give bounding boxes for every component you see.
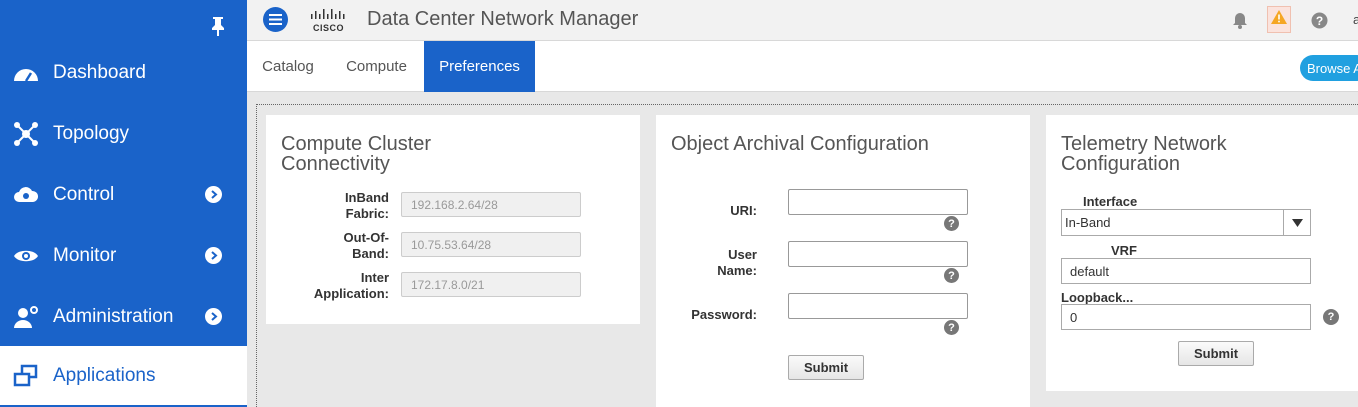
- dropdown-arrow-icon[interactable]: [1283, 210, 1310, 235]
- help-icon[interactable]: ?: [1308, 9, 1330, 31]
- label-line: Out-Of-: [343, 230, 389, 245]
- dashboard-icon: [13, 60, 39, 86]
- inband-fabric-field: 192.168.2.64/28: [401, 192, 581, 217]
- compute-cluster-panel: Compute Cluster Connectivity InBand Fabr…: [266, 115, 640, 324]
- help-icon[interactable]: ?: [1323, 309, 1339, 325]
- applications-icon: [13, 363, 39, 389]
- user-name-label: User Name:: [676, 247, 757, 279]
- pin-icon[interactable]: [210, 16, 226, 36]
- sidebar-item-label: Dashboard: [53, 61, 146, 83]
- sidebar-item-label: Monitor: [53, 244, 117, 266]
- password-input[interactable]: [788, 293, 968, 319]
- browse-button[interactable]: Browse A: [1300, 55, 1358, 81]
- interface-select[interactable]: In-Band: [1061, 209, 1311, 236]
- panel-title-line1: Telemetry Network: [1061, 133, 1227, 155]
- field-label: InBand Fabric:: [286, 190, 389, 222]
- user-name-input[interactable]: [788, 241, 968, 267]
- control-icon: [13, 182, 39, 208]
- sidebar-item-control[interactable]: Control: [0, 164, 247, 225]
- help-icon[interactable]: ?: [944, 216, 959, 231]
- sidebar-item-label: Topology: [53, 122, 130, 144]
- archival-submit-button[interactable]: Submit: [788, 355, 864, 380]
- tab-bar: Catalog Compute Preferences Browse A: [247, 41, 1358, 92]
- sidebar-item-administration[interactable]: Administration: [0, 286, 247, 347]
- uri-input[interactable]: [788, 189, 968, 215]
- tab-catalog[interactable]: Catalog: [253, 41, 323, 92]
- uri-label: URI:: [730, 203, 757, 218]
- app-title: Data Center Network Manager: [367, 8, 639, 30]
- help-icon[interactable]: ?: [944, 268, 959, 283]
- sidebar-item-monitor[interactable]: Monitor: [0, 225, 247, 286]
- admin-user-icon: [13, 304, 39, 330]
- vrf-label: VRF: [1111, 243, 1137, 258]
- label-line: Application:: [313, 286, 389, 301]
- sidebar-item-applications[interactable]: Applications: [0, 346, 247, 407]
- interface-label: Interface: [1083, 194, 1138, 209]
- sidebar: Dashboard Topology Control Monitor Admin…: [0, 0, 247, 407]
- cisco-logo: CISCO: [309, 8, 353, 34]
- object-archival-panel: Object Archival Configuration URI: ? Use…: [656, 115, 1030, 407]
- sidebar-item-topology[interactable]: Topology: [0, 103, 247, 164]
- tab-preferences[interactable]: Preferences: [424, 41, 535, 92]
- label-line: InBand: [344, 190, 389, 205]
- sidebar-item-label: Applications: [53, 364, 156, 386]
- svg-text:CISCO: CISCO: [313, 23, 344, 33]
- interface-selected-value: In-Band: [1065, 215, 1111, 230]
- telemetry-submit-button[interactable]: Submit: [1178, 341, 1254, 366]
- menu-icon[interactable]: [263, 7, 288, 32]
- svg-text:?: ?: [1315, 14, 1322, 28]
- panel-title-line2: Configuration: [1061, 153, 1180, 175]
- eye-icon: [13, 243, 39, 269]
- top-header: CISCO Data Center Network Manager ? a: [247, 0, 1358, 41]
- out-of-band-field: 10.75.53.64/28: [401, 232, 581, 257]
- label-line: Band:: [352, 246, 389, 261]
- panel-title: Object Archival Configuration: [671, 133, 929, 155]
- topology-icon: [13, 121, 39, 147]
- sidebar-item-label: Control: [53, 183, 115, 205]
- panel-title-line1: Compute Cluster: [281, 133, 432, 155]
- telemetry-panel: Telemetry Network Configuration Interfac…: [1046, 115, 1358, 391]
- label-line: Fabric:: [345, 206, 389, 221]
- help-icon[interactable]: ?: [944, 320, 959, 335]
- label-line: Name:: [717, 263, 757, 278]
- loopback-input[interactable]: 0: [1061, 304, 1311, 330]
- label-line: User: [728, 247, 757, 262]
- bell-icon[interactable]: [1229, 9, 1251, 31]
- user-menu[interactable]: a: [1353, 12, 1358, 27]
- chevron-right-icon[interactable]: [205, 247, 222, 264]
- vrf-input[interactable]: default: [1061, 258, 1311, 284]
- label-line: Inter: [360, 270, 389, 285]
- chevron-right-icon[interactable]: [205, 186, 222, 203]
- sidebar-item-dashboard[interactable]: Dashboard: [0, 42, 247, 103]
- password-label: Password:: [691, 307, 757, 322]
- inter-application-field: 172.17.8.0/21: [401, 272, 581, 297]
- tab-compute[interactable]: Compute: [340, 41, 413, 92]
- panel-title-line2: Connectivity: [281, 153, 390, 175]
- alert-button[interactable]: [1267, 6, 1291, 33]
- field-label: Out-Of- Band:: [286, 230, 389, 262]
- content-area: Compute Cluster Connectivity InBand Fabr…: [256, 104, 1358, 407]
- sidebar-item-label: Administration: [53, 305, 174, 327]
- field-label: Inter Application:: [286, 270, 389, 302]
- chevron-right-icon[interactable]: [205, 308, 222, 325]
- warning-icon: [1270, 9, 1288, 30]
